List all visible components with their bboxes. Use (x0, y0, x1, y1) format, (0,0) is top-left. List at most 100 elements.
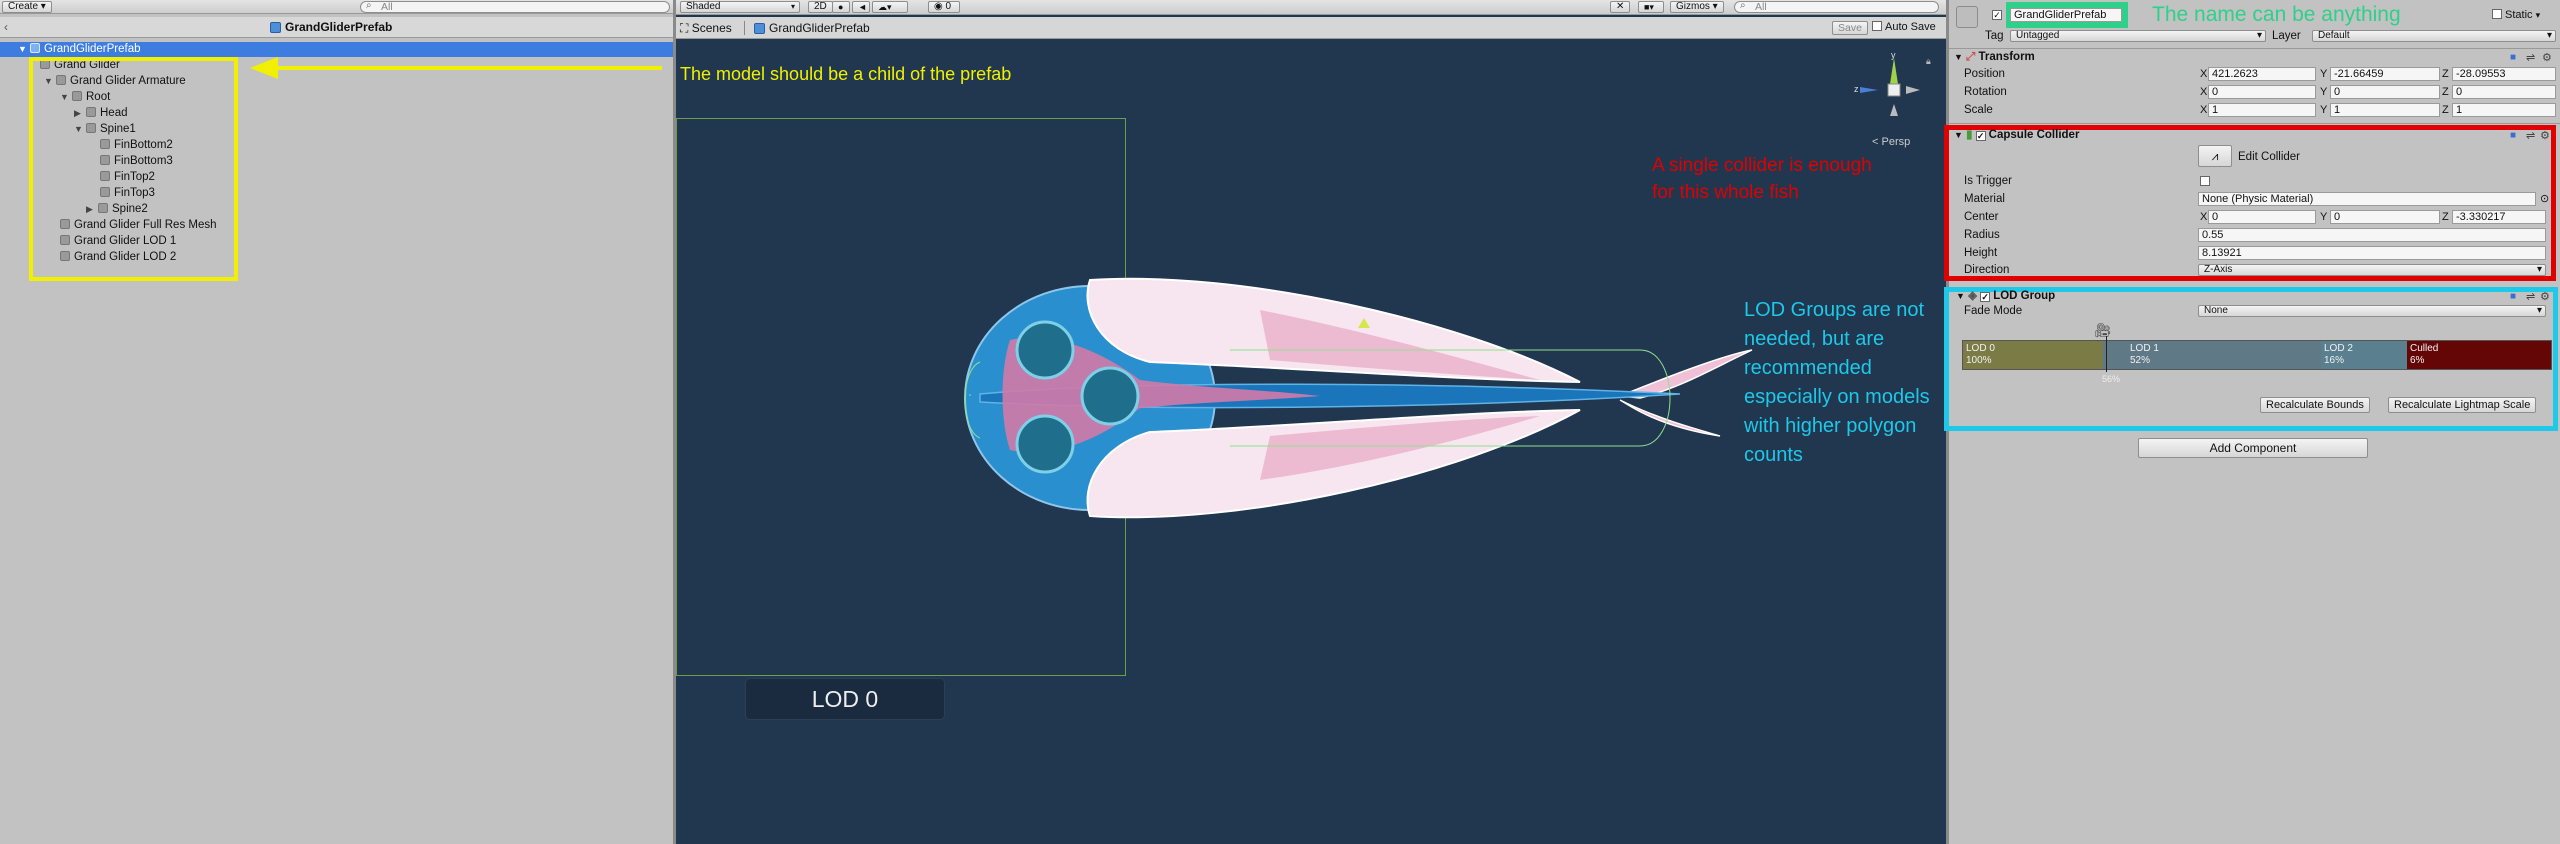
radius-field[interactable]: 0.55 (2198, 228, 2546, 242)
breadcrumb-scenes[interactable]: ⛶ Scenes (680, 21, 732, 36)
gear-icon[interactable]: ⚙ (2542, 51, 2552, 64)
static-toggle[interactable]: Static ▾ (2492, 9, 2540, 21)
lod-bar[interactable]: LOD 0 100% LOD 1 52% LOD 2 16% Culled 6% (1962, 340, 2552, 370)
recalculate-lightmap-button[interactable]: Recalculate Lightmap Scale (2388, 397, 2537, 413)
lod-segment-1[interactable]: LOD 1 52% (2127, 341, 2321, 369)
lod-segment-0[interactable]: LOD 0 100% (1963, 341, 2103, 369)
lock-icon[interactable]: 🔒︎ (1926, 56, 1931, 67)
position-z-field[interactable]: -28.09553 (2452, 67, 2556, 81)
prefab-cube-icon (270, 22, 281, 33)
fold-arrow-icon[interactable]: ▼ (18, 42, 30, 56)
enabled-checkbox[interactable]: ✓ (1980, 292, 1991, 302)
gizmo-axis-z: z (1854, 84, 1859, 94)
shading-mode-dropdown[interactable]: Shaded ▾ (680, 1, 800, 13)
active-checkbox[interactable]: ✓ (1992, 10, 2002, 20)
fade-mode-dropdown[interactable]: None ▾ (2198, 305, 2546, 317)
fold-arrow-icon[interactable]: ▼ (1956, 291, 1965, 301)
center-x-field[interactable]: 0 (2208, 210, 2316, 224)
scale-y-field[interactable]: 1 (2330, 103, 2440, 117)
checkbox[interactable] (1872, 21, 1882, 31)
lod-segment-culled[interactable]: Culled 6% (2407, 341, 2551, 369)
axis-z-label: Z (2442, 104, 2449, 116)
height-field[interactable]: 8.13921 (2198, 246, 2546, 260)
lod-segment-name: LOD 0 (1966, 343, 1995, 354)
material-field[interactable]: None (Physic Material) (2198, 192, 2536, 206)
camera-icon[interactable]: 🎥︎ (2094, 322, 2112, 339)
position-y-field[interactable]: -21.66459 (2330, 67, 2440, 81)
preset-icon[interactable]: ⇌ (2526, 290, 2535, 303)
scenes-icon: ⛶ (680, 21, 689, 35)
fish-model[interactable] (940, 270, 1760, 530)
breadcrumb-divider (744, 21, 745, 35)
rotation-y-field[interactable]: 0 (2330, 85, 2440, 99)
lighting-toggle-button[interactable]: ● (832, 1, 850, 13)
recalculate-bounds-button[interactable]: Recalculate Bounds (2260, 397, 2370, 413)
fold-arrow-icon[interactable]: ▼ (1954, 52, 1963, 62)
object-name-field[interactable]: GrandGliderPrefab (2010, 8, 2122, 22)
axis-x-label: X (2200, 86, 2208, 98)
scene-orientation-gizmo[interactable] (1850, 50, 1930, 120)
layer-value: Default (2318, 30, 2350, 41)
gameobject-icon (1956, 6, 1978, 28)
direction-value: Z-Axis (2204, 264, 2233, 275)
persp-label[interactable]: < Persp (1872, 136, 1910, 148)
layer-dropdown[interactable]: Default ▾ (2312, 30, 2556, 42)
lod-group-header[interactable]: ▼ ◈ ✓ LOD Group (1956, 288, 2536, 305)
chevron-down-icon: ▾ (790, 2, 795, 11)
center-y-field[interactable]: 0 (2330, 210, 2440, 224)
fold-arrow-icon[interactable]: ▼ (1954, 130, 1963, 140)
tree-item-root-prefab[interactable]: ▼ GrandGliderPrefab (18, 42, 141, 56)
annotation-lod-groups: LOD Groups are not needed, but are recom… (1744, 299, 1930, 466)
preset-icon[interactable]: ⇌ (2526, 129, 2535, 142)
lod-segment-2[interactable]: LOD 2 16% (2321, 341, 2407, 369)
help-icon[interactable]: ■ (2510, 52, 2516, 63)
scale-z-field[interactable]: 1 (2452, 103, 2556, 117)
tag-dropdown[interactable]: Untagged ▾ (2010, 30, 2266, 42)
gear-icon[interactable]: ⚙ (2540, 290, 2550, 303)
checkbox[interactable] (2492, 9, 2502, 19)
scale-x-field[interactable]: 1 (2208, 103, 2316, 117)
save-button[interactable]: Save (1832, 21, 1868, 35)
breadcrumb-prefab[interactable]: GrandGliderPrefab (769, 21, 870, 35)
prefab-cube-icon (754, 23, 765, 34)
hierarchy-search-input[interactable]: All (360, 1, 670, 13)
rotation-x-field[interactable]: 0 (2208, 85, 2316, 99)
center-z-field[interactable]: -3.330217 (2452, 210, 2546, 224)
back-arrow-icon[interactable]: ‹ (4, 20, 8, 34)
direction-label: Direction (1964, 264, 2010, 276)
audio-toggle-button[interactable]: ◄ (852, 1, 870, 13)
auto-save-toggle[interactable]: Auto Save (1872, 21, 1936, 33)
eye-icon: ◉ (934, 1, 943, 12)
object-picker-icon[interactable]: ⊙ (2540, 192, 2549, 205)
position-x-field[interactable]: 421.2623 (2208, 67, 2316, 81)
position-label: Position (1964, 68, 2005, 80)
rotation-z-field[interactable]: 0 (2452, 85, 2556, 99)
annotation-single-collider: A single collider is enough for this who… (1652, 155, 1872, 203)
gizmos-dropdown[interactable]: Gizmos ▾ (1670, 1, 1724, 13)
chevron-down-icon[interactable]: ▾ (2536, 10, 2541, 20)
preset-icon[interactable]: ⇌ (2526, 51, 2535, 64)
help-icon[interactable]: ■ (2510, 130, 2516, 141)
hidden-objects-toggle[interactable]: ◉ 0 (928, 1, 960, 13)
scene-tools-button[interactable]: ✕ (1610, 1, 1630, 13)
capsule-collider-header[interactable]: ▼ ▮ ✓ Capsule Collider (1954, 127, 2544, 144)
annotation-model-child: The model should be a child of the prefa… (680, 64, 1012, 84)
enabled-checkbox[interactable]: ✓ (1975, 131, 1986, 141)
scene-search-input[interactable]: All (1734, 1, 1939, 13)
lod-camera-marker (2106, 336, 2107, 372)
create-dropdown[interactable]: Create ▾ (2, 1, 52, 13)
is-trigger-checkbox[interactable] (2200, 176, 2210, 186)
direction-dropdown[interactable]: Z-Axis ▾ (2198, 264, 2546, 276)
capsule-icon: ▮ (1966, 129, 1973, 141)
effects-dropdown[interactable]: ☁▾ (872, 1, 908, 13)
center-label: Center (1964, 211, 1999, 223)
hidden-count: 0 (945, 1, 952, 12)
gear-icon[interactable]: ⚙ (2540, 129, 2550, 142)
camera-button[interactable]: ■▾ (1638, 1, 1664, 13)
edit-collider-button[interactable]: ⩘ (2198, 145, 2232, 167)
edit-collider-label: Edit Collider (2238, 151, 2300, 163)
transform-header[interactable]: ▼ ⤢ Transform (1954, 49, 2554, 66)
help-icon[interactable]: ■ (2510, 291, 2516, 302)
add-component-button[interactable]: Add Component (2138, 438, 2368, 458)
toggle-2d-button[interactable]: 2D (808, 1, 833, 13)
